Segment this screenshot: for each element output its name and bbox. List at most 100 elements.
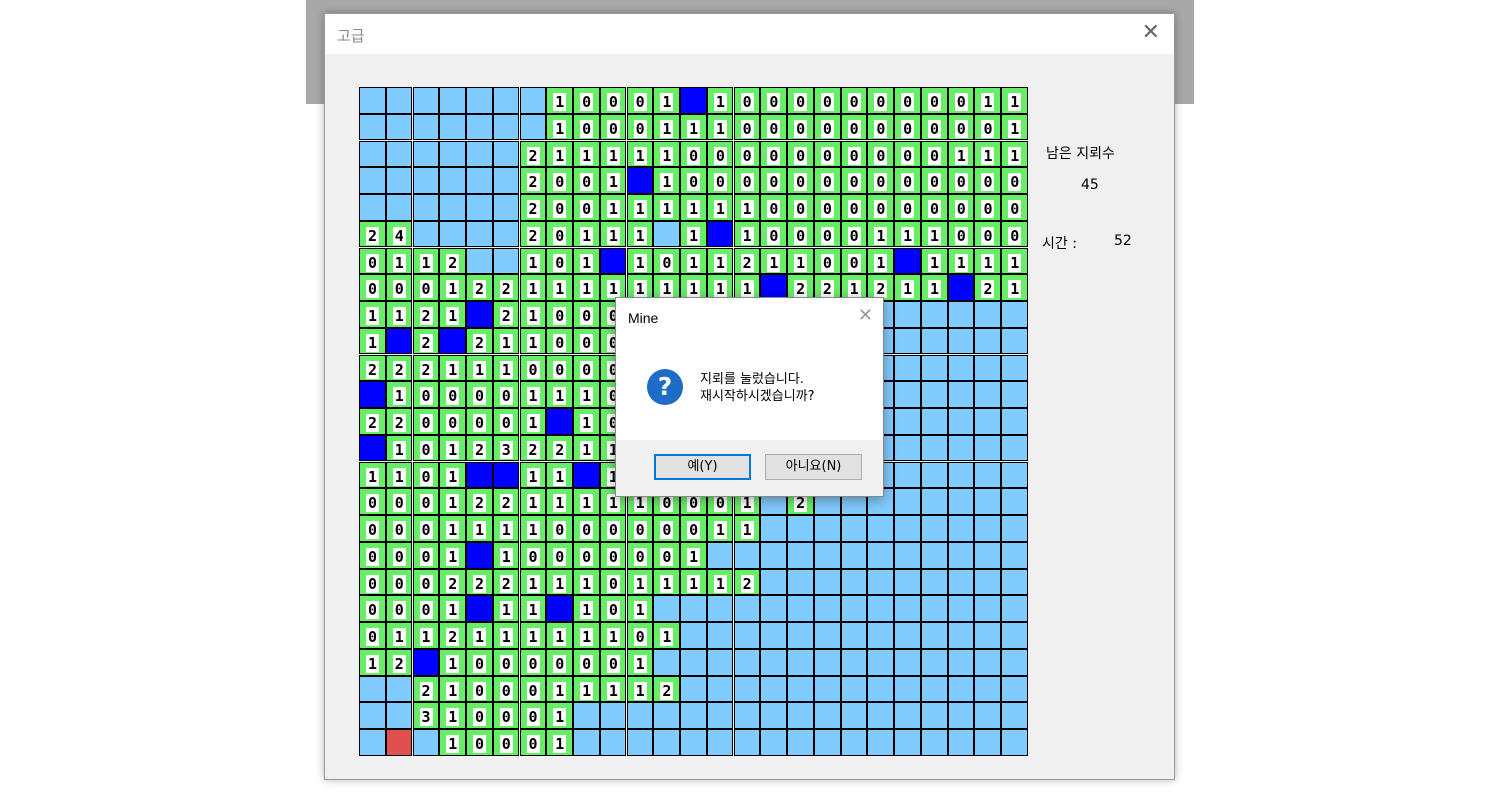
unopened-cell[interactable] [733, 622, 761, 649]
revealed-cell[interactable]: 1 [626, 140, 654, 168]
unopened-cell[interactable] [974, 541, 1002, 569]
revealed-cell[interactable]: 0 [412, 434, 440, 462]
unopened-cell[interactable] [599, 702, 627, 730]
revealed-cell[interactable]: 1 [626, 648, 654, 676]
unopened-cell[interactable] [840, 595, 868, 623]
revealed-cell[interactable]: 1 [867, 220, 895, 248]
revealed-cell[interactable]: 1 [626, 595, 654, 623]
unopened-cell[interactable] [813, 568, 841, 596]
unopened-cell[interactable] [974, 301, 1002, 328]
revealed-cell[interactable]: 1 [1001, 140, 1028, 168]
unopened-cell[interactable] [787, 675, 814, 703]
unopened-cell[interactable] [787, 622, 814, 649]
revealed-cell[interactable]: 0 [813, 140, 841, 168]
revealed-cell[interactable]: 1 [1001, 87, 1028, 114]
revealed-cell[interactable]: 2 [492, 488, 520, 515]
unopened-cell[interactable] [867, 515, 895, 542]
revealed-cell[interactable]: 0 [546, 220, 573, 248]
unopened-cell[interactable] [439, 220, 466, 248]
unopened-cell[interactable] [466, 167, 493, 194]
revealed-cell[interactable]: 0 [840, 194, 868, 221]
unopened-cell[interactable] [813, 622, 841, 649]
unopened-cell[interactable] [626, 702, 654, 730]
unopened-cell[interactable] [974, 568, 1002, 596]
revealed-cell[interactable]: 0 [599, 648, 627, 676]
unopened-cell[interactable] [974, 702, 1002, 730]
unopened-cell[interactable] [840, 515, 868, 542]
revealed-cell[interactable]: 1 [974, 247, 1002, 275]
revealed-cell[interactable]: 0 [653, 515, 680, 542]
revealed-cell[interactable]: 0 [1001, 220, 1028, 248]
unopened-cell[interactable] [439, 87, 466, 114]
revealed-cell[interactable]: 0 [626, 87, 654, 114]
unopened-cell[interactable] [706, 541, 734, 569]
revealed-cell[interactable]: 2 [385, 408, 413, 435]
revealed-cell[interactable]: 0 [519, 354, 547, 382]
revealed-cell[interactable]: 0 [840, 140, 868, 168]
unopened-cell[interactable] [492, 167, 520, 194]
revealed-cell[interactable]: 1 [573, 675, 600, 703]
revealed-cell[interactable]: 1 [385, 461, 413, 489]
unopened-cell[interactable] [492, 140, 520, 168]
revealed-cell[interactable]: 0 [599, 515, 627, 542]
revealed-cell[interactable]: 1 [492, 515, 520, 542]
unopened-cell[interactable] [894, 488, 921, 515]
unopened-cell[interactable] [412, 113, 440, 141]
unopened-cell[interactable] [920, 541, 948, 569]
unopened-cell[interactable] [653, 648, 680, 676]
mine-cell[interactable] [680, 87, 707, 114]
unopened-cell[interactable] [894, 301, 921, 328]
revealed-cell[interactable]: 1 [680, 220, 707, 248]
revealed-cell[interactable]: 1 [599, 622, 627, 649]
revealed-cell[interactable]: 1 [733, 515, 761, 542]
revealed-cell[interactable]: 1 [519, 274, 547, 301]
unopened-cell[interactable] [947, 381, 975, 408]
unopened-cell[interactable] [974, 648, 1002, 676]
unopened-cell[interactable] [466, 113, 493, 141]
mine-cell[interactable] [439, 327, 466, 355]
revealed-cell[interactable]: 1 [626, 568, 654, 596]
revealed-cell[interactable]: 1 [573, 140, 600, 168]
revealed-cell[interactable]: 1 [626, 247, 654, 275]
revealed-cell[interactable]: 0 [385, 541, 413, 569]
unopened-cell[interactable] [1001, 461, 1028, 489]
unopened-cell[interactable] [653, 220, 680, 248]
revealed-cell[interactable]: 1 [706, 113, 734, 141]
unopened-cell[interactable] [867, 702, 895, 730]
revealed-cell[interactable]: 1 [546, 113, 573, 141]
revealed-cell[interactable]: 1 [653, 622, 680, 649]
unopened-cell[interactable] [840, 541, 868, 569]
revealed-cell[interactable]: 0 [466, 648, 493, 676]
revealed-cell[interactable]: 0 [813, 194, 841, 221]
revealed-cell[interactable]: 1 [439, 702, 466, 730]
revealed-cell[interactable]: 2 [519, 220, 547, 248]
unopened-cell[interactable] [359, 167, 386, 194]
revealed-cell[interactable]: 1 [653, 87, 680, 114]
unopened-cell[interactable] [1001, 702, 1028, 730]
unopened-cell[interactable] [947, 461, 975, 489]
unopened-cell[interactable] [894, 327, 921, 355]
revealed-cell[interactable]: 2 [439, 568, 466, 596]
unopened-cell[interactable] [974, 354, 1002, 382]
unopened-cell[interactable] [894, 515, 921, 542]
revealed-cell[interactable]: 0 [974, 220, 1002, 248]
revealed-cell[interactable]: 0 [867, 194, 895, 221]
unopened-cell[interactable] [706, 595, 734, 623]
unopened-cell[interactable] [1001, 381, 1028, 408]
unopened-cell[interactable] [680, 648, 707, 676]
revealed-cell[interactable]: 1 [653, 194, 680, 221]
unopened-cell[interactable] [867, 541, 895, 569]
clicked-mine-cell[interactable] [385, 729, 413, 756]
unopened-cell[interactable] [947, 568, 975, 596]
unopened-cell[interactable] [867, 622, 895, 649]
unopened-cell[interactable] [920, 622, 948, 649]
revealed-cell[interactable]: 0 [412, 408, 440, 435]
revealed-cell[interactable]: 0 [760, 87, 787, 114]
revealed-cell[interactable]: 1 [519, 622, 547, 649]
unopened-cell[interactable] [974, 488, 1002, 515]
revealed-cell[interactable]: 1 [439, 729, 466, 756]
revealed-cell[interactable]: 0 [492, 702, 520, 730]
revealed-cell[interactable]: 0 [787, 167, 814, 194]
revealed-cell[interactable]: 1 [573, 408, 600, 435]
revealed-cell[interactable]: 0 [385, 595, 413, 623]
